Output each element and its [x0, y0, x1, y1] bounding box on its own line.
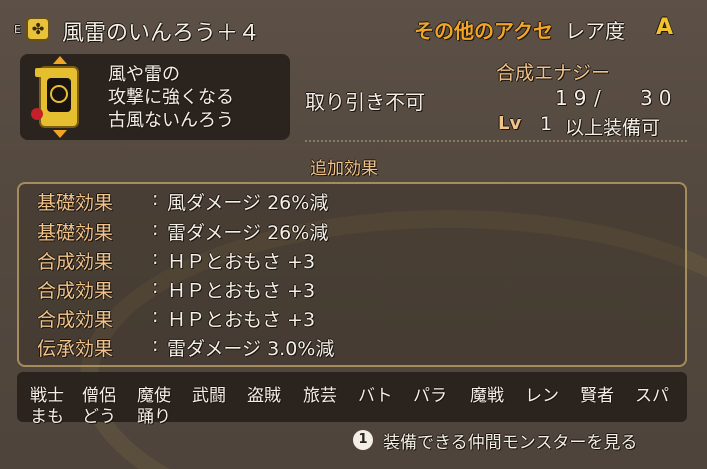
- level-suffix: 以上装備可: [565, 117, 661, 139]
- effect-value: 雷ダメージ 3.0%減: [167, 338, 335, 360]
- button-1-icon: 1: [353, 430, 373, 450]
- synergy-current: 19: [555, 86, 593, 110]
- effect-value: 風ダメージ 26%減: [167, 192, 329, 214]
- effect-value: ＨＰとおもさ +3: [167, 280, 316, 302]
- effect-value: 雷ダメージ 26%減: [167, 222, 329, 244]
- divider: [305, 140, 687, 142]
- inro-body: [39, 66, 79, 128]
- job-label: 踊り: [137, 407, 171, 427]
- level-value: 1: [540, 113, 553, 135]
- lock-icon: [35, 68, 45, 77]
- synergy-separator: /: [594, 86, 601, 110]
- trade-status: 取り引き不可: [305, 90, 425, 114]
- effects-title: 追加効果: [310, 159, 378, 179]
- job-label: 武闘: [192, 386, 226, 406]
- view-monster-companions-label: 装備できる仲間モンスターを見る: [383, 433, 638, 453]
- clover-icon: ✤: [26, 17, 50, 41]
- inro-accessory-icon: [29, 56, 91, 138]
- view-monster-companions-button[interactable]: 1 装備できる仲間モンスターを見る: [353, 428, 683, 454]
- effect-value: ＨＰとおもさ +3: [167, 251, 316, 273]
- item-category: その他のアクセ: [414, 19, 553, 43]
- rarity-label: レア度: [565, 19, 625, 43]
- chevron-down-icon[interactable]: [53, 130, 67, 138]
- effect-category: 基礎効果: [37, 192, 114, 214]
- rarity-value: A: [656, 15, 674, 40]
- effect-category: 伝承効果: [37, 338, 114, 360]
- item-description: 風や雷の 攻撃に強くなる 古風ないんろう: [108, 63, 234, 132]
- job-label: 魔戦: [470, 386, 504, 406]
- job-label: バト: [358, 386, 393, 406]
- description-line: 風や雷の: [108, 64, 180, 85]
- description-line: 古風ないんろう: [108, 110, 234, 131]
- gem-icon: [31, 108, 43, 120]
- chevron-up-icon[interactable]: [53, 56, 67, 64]
- effect-category: 合成効果: [37, 309, 114, 331]
- job-label: レン: [525, 386, 559, 406]
- job-label: 賢者: [580, 386, 614, 406]
- effect-category: 基礎効果: [37, 222, 114, 244]
- effect-value: ＨＰとおもさ +3: [167, 309, 316, 331]
- level-label: Lv: [498, 113, 522, 134]
- description-line: 攻撃に強くなる: [108, 87, 234, 108]
- effect-category: 合成効果: [37, 280, 114, 302]
- effect-category: 合成効果: [37, 251, 114, 273]
- synergy-max: 30: [640, 86, 678, 110]
- job-label: どう: [82, 407, 116, 427]
- equipped-mark: E: [14, 23, 21, 36]
- synergy-label: 合成エナジー: [496, 62, 611, 84]
- job-label: パラ: [413, 386, 447, 406]
- job-label: まも: [30, 407, 64, 427]
- job-label: 盗賊: [247, 386, 281, 406]
- item-name: 風雷のいんろう＋４: [62, 21, 261, 46]
- job-label: スパ: [635, 386, 669, 406]
- job-label: 旅芸: [303, 386, 337, 406]
